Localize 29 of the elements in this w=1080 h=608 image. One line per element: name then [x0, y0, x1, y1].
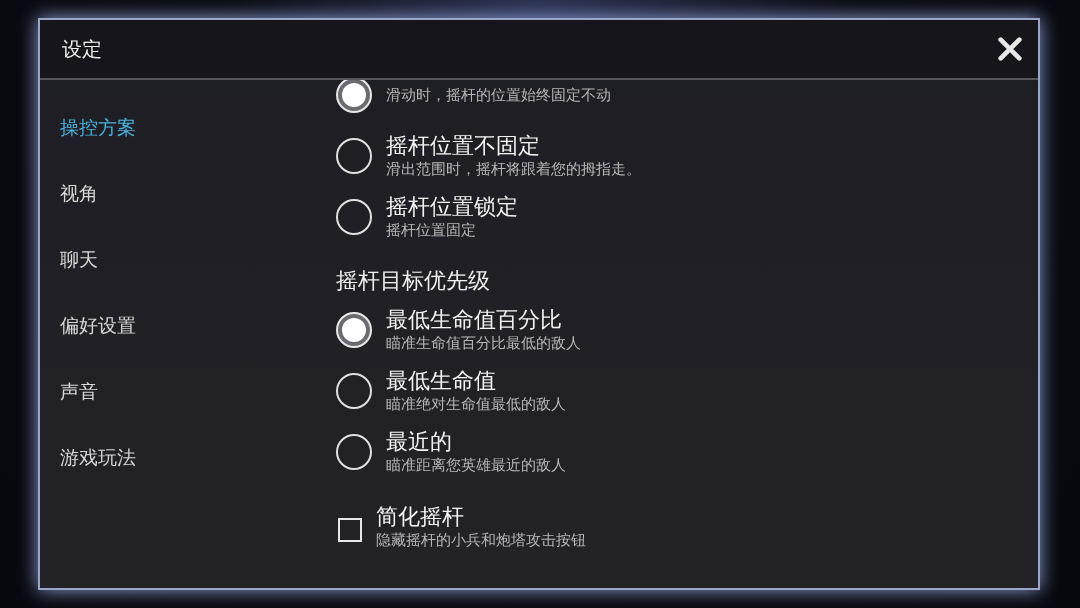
radio-button[interactable]: [336, 372, 372, 409]
option-label: 最低生命值百分比: [386, 306, 563, 333]
close-icon[interactable]: [996, 35, 1024, 63]
option-description: 滑动时，摇杆的位置始终固定不动: [386, 84, 611, 105]
option-description: 瞄准生命值百分比最低的敌人: [386, 333, 581, 353]
window-title: 设定: [62, 35, 102, 63]
checkbox[interactable]: [338, 517, 362, 542]
sidebar-item[interactable]: 偏好设置: [60, 312, 136, 338]
radio-button[interactable]: [336, 198, 372, 235]
option-description: 隐藏摇杆的小兵和炮塔攻击按钮: [376, 530, 586, 550]
radio-button[interactable]: [336, 433, 372, 470]
option-label: 简化摇杆: [376, 503, 465, 530]
option-label: 摇杆位置不固定: [386, 132, 541, 159]
option-description: 滑出范围时，摇杆将跟着您的拇指走。: [386, 159, 641, 179]
option-description: 摇杆位置固定: [386, 220, 477, 240]
radio-button[interactable]: [336, 80, 372, 113]
radio-button[interactable]: [336, 137, 372, 174]
option-label: 摇杆位置锁定: [386, 193, 518, 220]
sidebar-item[interactable]: 聊天: [60, 246, 98, 272]
sidebar-item[interactable]: 操控方案: [60, 114, 136, 140]
option-description: 瞄准绝对生命值最低的敌人: [386, 394, 566, 414]
radio-button[interactable]: [336, 311, 372, 348]
sidebar-item[interactable]: 视角: [60, 180, 98, 206]
option-description: 瞄准距离您英雄最近的敌人: [386, 455, 566, 475]
option-label: 最低生命值: [386, 367, 497, 394]
sidebar-item[interactable]: 声音: [60, 378, 98, 404]
section-heading: 摇杆目标优先级: [336, 267, 491, 295]
sidebar-item[interactable]: 游戏玩法: [60, 444, 136, 470]
option-label: 最近的: [386, 428, 453, 455]
